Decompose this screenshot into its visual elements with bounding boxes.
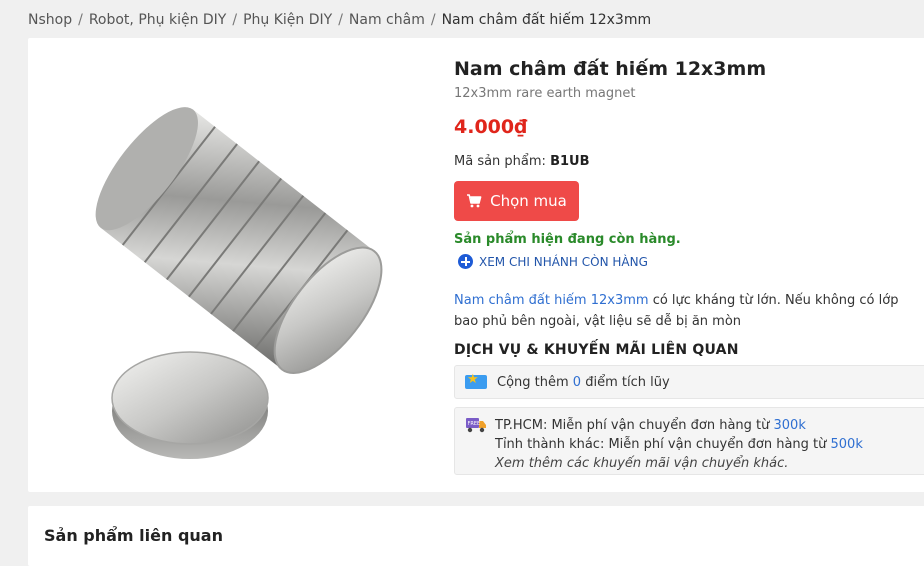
related-products-heading: Sản phẩm liên quan bbox=[44, 526, 223, 545]
shipping-box: FREE TP.HCM: Miễn phí vận chuyển đơn hàn… bbox=[454, 407, 924, 475]
product-subtitle: 12x3mm rare earth magnet bbox=[454, 86, 636, 101]
sku-value: B1UB bbox=[550, 154, 590, 169]
breadcrumb-separator: / bbox=[338, 12, 343, 28]
svg-text:FREE: FREE bbox=[468, 421, 481, 427]
breadcrumb-separator: / bbox=[78, 12, 83, 28]
related-products-section: Sản phẩm liên quan bbox=[28, 506, 924, 566]
breadcrumb-link-magnets[interactable]: Nam châm bbox=[349, 12, 425, 28]
product-card: Nam châm đất hiếm 12x3mm 12x3mm rare ear… bbox=[28, 38, 924, 492]
stock-status: Sản phẩm hiện đang còn hàng. bbox=[454, 232, 681, 247]
shipping-more-link[interactable]: Xem thêm các khuyến mãi vận chuyển khác. bbox=[495, 454, 863, 473]
buy-button[interactable]: Chọn mua bbox=[454, 181, 579, 221]
breadcrumb: Nshop / Robot, Phụ kiện DIY / Phụ Kiện D… bbox=[28, 10, 651, 30]
free-shipping-truck-icon: FREE bbox=[466, 418, 486, 433]
sku-label: Mã sản phẩm: bbox=[454, 154, 546, 169]
cart-icon bbox=[467, 194, 482, 208]
shipping-province: Tỉnh thành khác: Miễn phí vận chuyển đơn… bbox=[495, 435, 863, 454]
product-title: Nam châm đất hiếm 12x3mm bbox=[454, 58, 767, 80]
points-prefix: Cộng thêm bbox=[497, 374, 573, 390]
points-box: Cộng thêm 0 điểm tích lũy bbox=[454, 365, 924, 399]
shipping-hcm-value: 300k bbox=[773, 418, 806, 433]
breadcrumb-separator: / bbox=[430, 12, 436, 28]
services-heading: DỊCH VỤ & KHUYẾN MÃI LIÊN QUAN bbox=[454, 342, 739, 358]
breadcrumb-link-diy-accessories[interactable]: Phụ Kiện DIY bbox=[243, 12, 332, 28]
shipping-hcm: TP.HCM: Miễn phí vận chuyển đơn hàng từ … bbox=[495, 416, 863, 435]
plus-circle-icon bbox=[458, 254, 473, 269]
points-suffix: điểm tích lũy bbox=[581, 374, 670, 390]
points-text: Cộng thêm 0 điểm tích lũy bbox=[497, 375, 670, 390]
star-badge-icon bbox=[465, 372, 487, 389]
shipping-province-value: 500k bbox=[830, 437, 863, 452]
buy-button-label: Chọn mua bbox=[490, 192, 567, 210]
product-sku: Mã sản phẩm: B1UB bbox=[454, 154, 590, 169]
product-image[interactable] bbox=[70, 86, 460, 476]
breadcrumb-link-robot-diy[interactable]: Robot, Phụ kiện DIY bbox=[89, 12, 227, 28]
breadcrumb-link-home[interactable]: Nshop bbox=[28, 12, 72, 28]
shipping-lines: TP.HCM: Miễn phí vận chuyển đơn hàng từ … bbox=[495, 416, 863, 473]
product-price: 4.000₫ bbox=[454, 116, 528, 138]
view-branches-label: XEM CHI NHÁNH CÒN HÀNG bbox=[479, 254, 648, 269]
points-value: 0 bbox=[572, 374, 582, 390]
breadcrumb-separator: / bbox=[232, 12, 238, 28]
product-description: Nam châm đất hiếm 12x3mm có lực kháng từ… bbox=[454, 290, 924, 332]
description-product-link[interactable]: Nam châm đất hiếm 12x3mm bbox=[454, 293, 649, 308]
shipping-hcm-text: TP.HCM: Miễn phí vận chuyển đơn hàng từ bbox=[495, 418, 774, 433]
breadcrumb-current: Nam châm đất hiếm 12x3mm bbox=[441, 12, 652, 28]
view-branches-link[interactable]: XEM CHI NHÁNH CÒN HÀNG bbox=[458, 254, 648, 269]
shipping-province-text: Tỉnh thành khác: Miễn phí vận chuyển đơn… bbox=[495, 437, 831, 452]
